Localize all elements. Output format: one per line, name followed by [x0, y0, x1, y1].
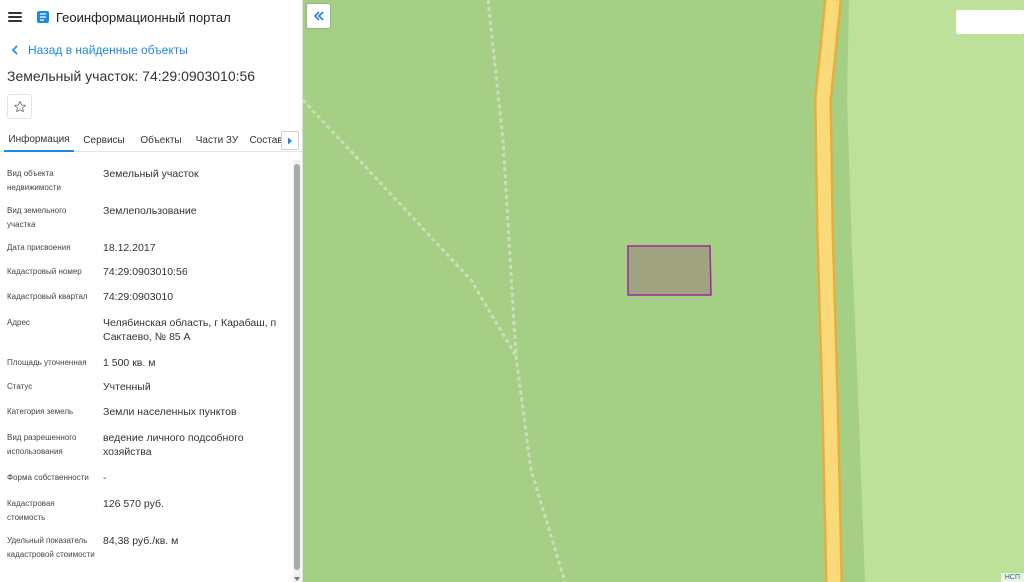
info-value: 74:29:0903010	[103, 291, 174, 303]
info-value: 1 500 кв. м	[103, 357, 156, 369]
info-value: 18.12.2017	[103, 242, 156, 254]
back-to-results-link[interactable]: Назад в найденные объекты	[10, 43, 188, 57]
info-value: Земельный участок	[103, 168, 199, 180]
map-light-area	[847, 0, 1024, 582]
info-label: Удельный показатель кадастровой стоимост…	[7, 536, 95, 559]
info-label: Кадастровая стоимость	[7, 499, 55, 522]
map-canvas	[303, 0, 1024, 582]
map-attribution: НСП	[1000, 573, 1024, 582]
hamburger-icon[interactable]	[8, 12, 22, 22]
info-label: Статус	[7, 382, 33, 391]
tab-services[interactable]: Сервисы	[74, 128, 134, 152]
info-label: Форма собственности	[7, 473, 89, 482]
tab-parts[interactable]: Части ЗУ	[188, 128, 246, 152]
tab-composition[interactable]: Состав	[246, 128, 286, 152]
collapse-panel-button[interactable]	[307, 4, 330, 28]
info-value: Земли населенных пунктов	[103, 406, 237, 418]
info-scrollbar[interactable]	[293, 160, 301, 582]
info-value: -	[103, 472, 107, 484]
app-title: Геоинформационный портал	[56, 9, 231, 25]
info-value: 74:29:0903010:56	[103, 266, 188, 278]
info-panel: Геоинформационный портал Назад в найденн…	[0, 0, 303, 582]
star-outline-icon	[13, 100, 26, 112]
info-label: Вид земельного участка	[7, 206, 67, 229]
favorite-button[interactable]	[7, 94, 32, 119]
double-chevron-left-icon	[313, 11, 324, 21]
info-label: Вид разрешенного использования	[7, 433, 77, 456]
info-value: Учтенный	[103, 381, 151, 393]
tab-objects[interactable]: Объекты	[134, 128, 188, 152]
back-link-label: Назад в найденные объекты	[28, 43, 188, 57]
info-label: Кадастровый квартал	[7, 292, 88, 301]
chevron-left-icon	[11, 45, 18, 55]
info-label: Категория земель	[7, 407, 74, 416]
top-bar: Геоинформационный портал	[0, 0, 302, 34]
info-value: 84,38 руб./кв. м	[103, 535, 179, 547]
portal-logo-icon	[37, 11, 49, 23]
scroll-down-arrow-icon[interactable]	[294, 577, 300, 581]
info-label: Вид объекта недвижимости	[7, 169, 61, 192]
info-value: Землепользование	[103, 205, 197, 217]
info-value: 126 570 руб.	[103, 498, 164, 510]
map-view[interactable]: НСП	[303, 0, 1024, 582]
object-title: Земельный участок: 74:29:0903010:56	[7, 68, 256, 84]
chevron-right-icon	[288, 137, 292, 144]
info-label: Кадастровый номер	[7, 267, 82, 276]
info-label: Дата присвоения	[7, 243, 71, 252]
info-value: ведение личного подсобного хозяйства	[103, 432, 244, 458]
tab-information[interactable]: Информация	[4, 128, 74, 152]
info-label: Адрес	[7, 318, 30, 327]
tab-bar: Информация Сервисы Объекты Части ЗУ Сост…	[0, 128, 302, 152]
tabs-scroll-right-button[interactable]	[281, 131, 299, 150]
map-search-box[interactable]	[956, 10, 1024, 34]
info-value: Челябинская область, г Карабаш, п Сактае…	[103, 317, 277, 343]
scrollbar-thumb[interactable]	[294, 164, 300, 570]
info-label: Площадь уточненная	[7, 358, 87, 367]
land-parcel-polygon[interactable]	[628, 246, 711, 295]
